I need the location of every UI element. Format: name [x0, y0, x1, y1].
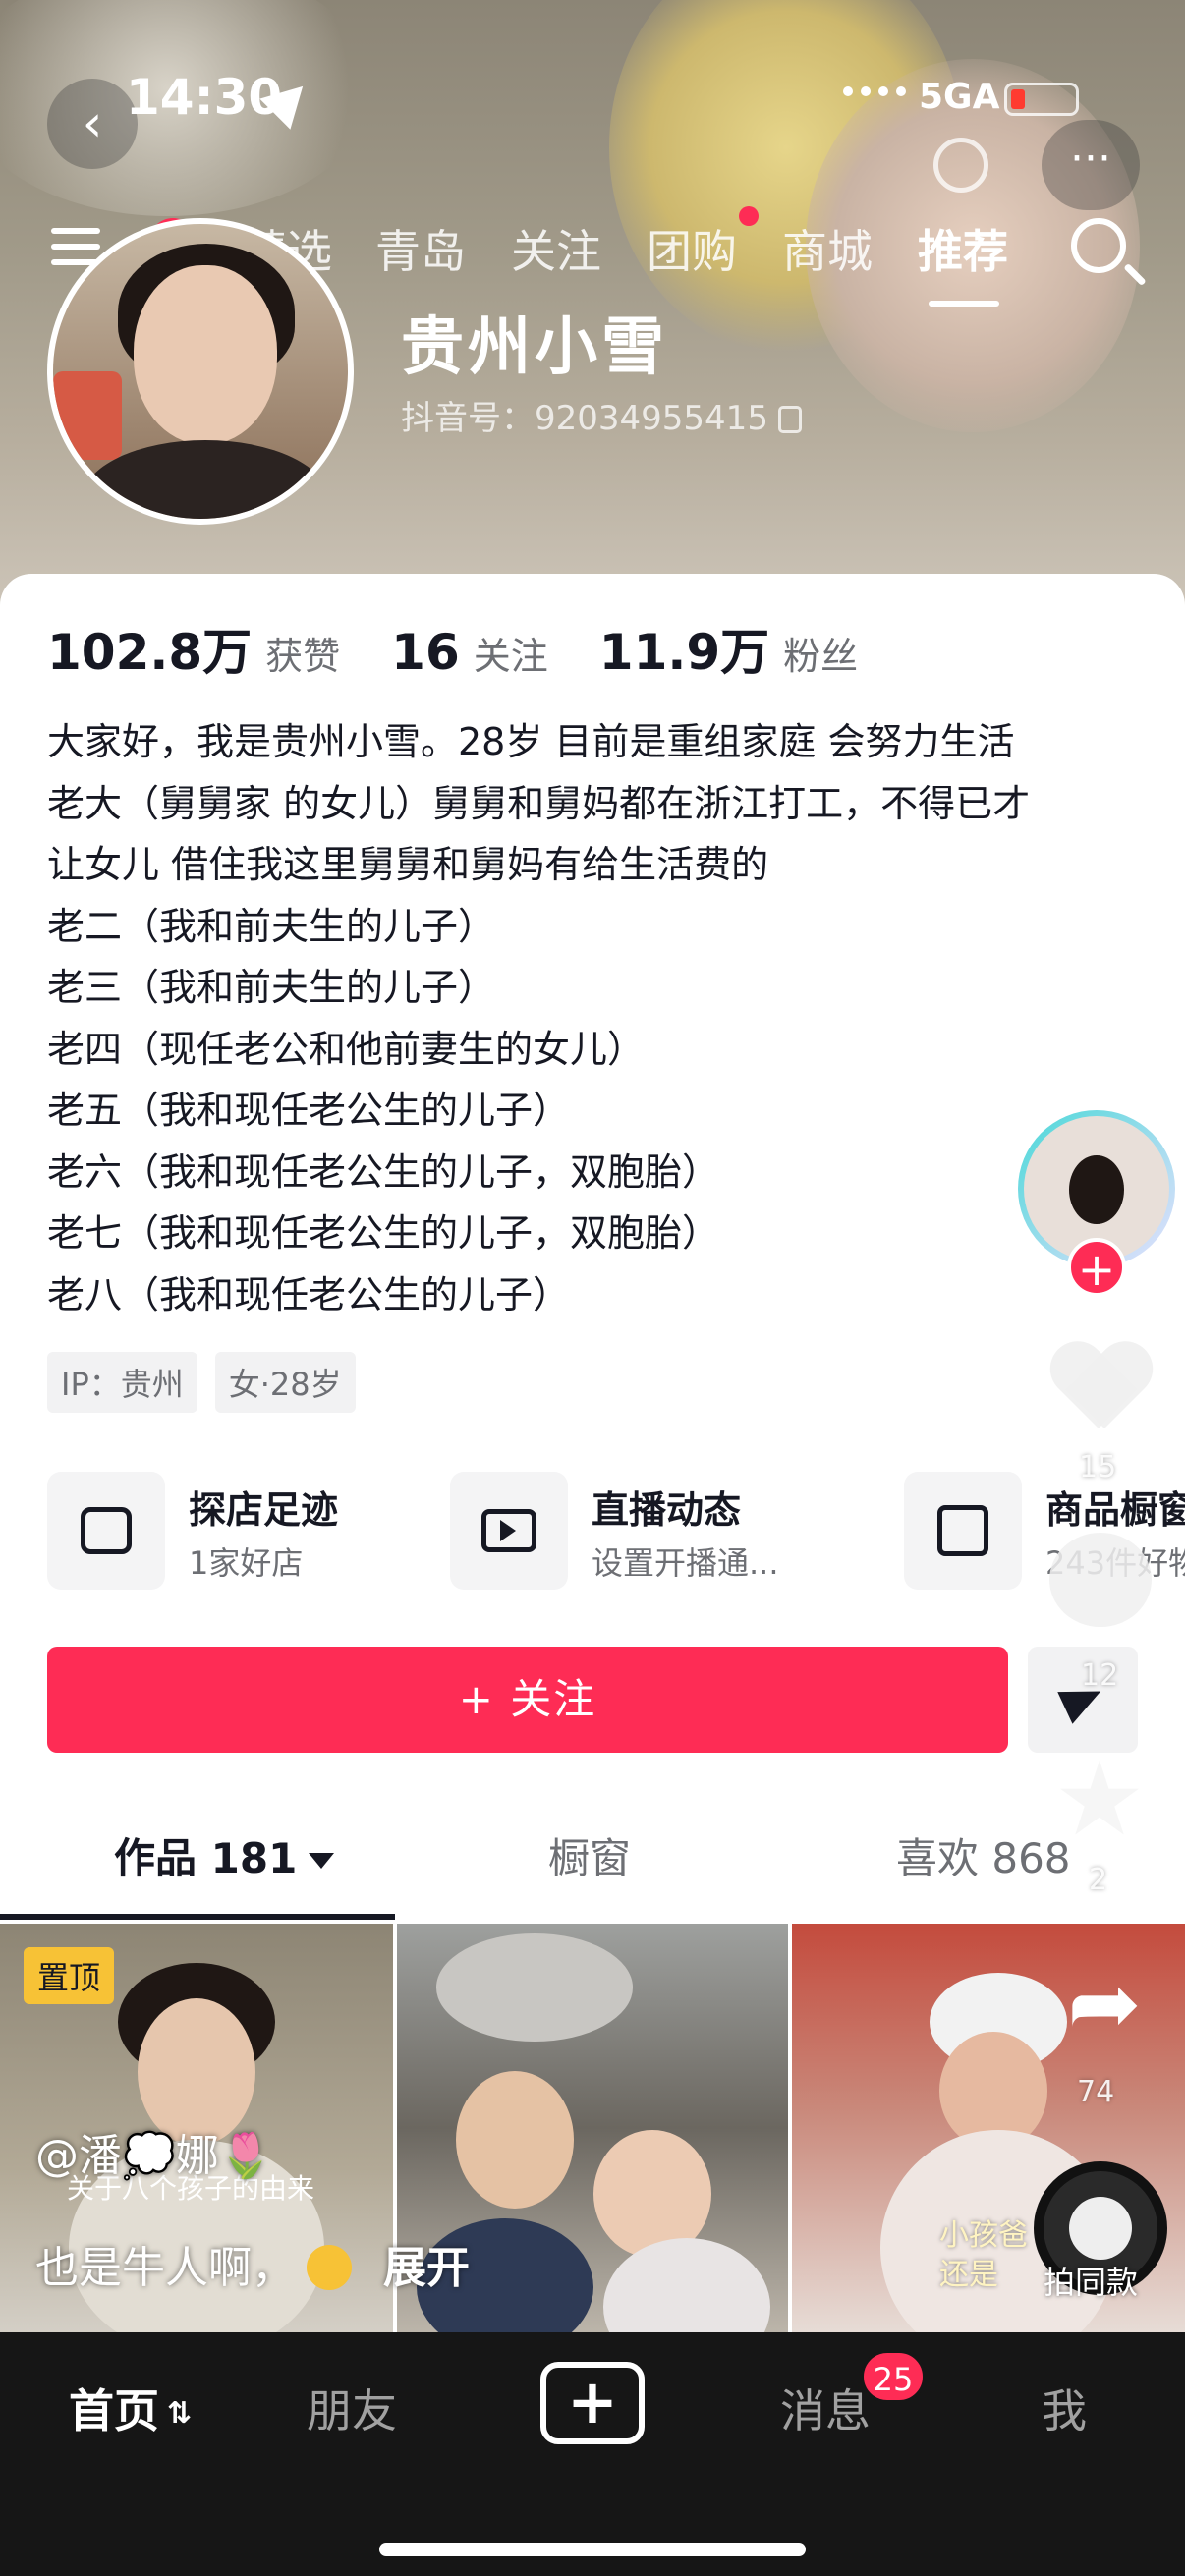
pinned-badge: 置顶 — [24, 1947, 115, 2004]
heart-icon[interactable] — [1049, 1344, 1152, 1434]
home-indicator — [379, 2543, 806, 2556]
nav-me[interactable]: 我 — [1042, 2376, 1087, 2440]
bio-line: 老大（舅舅家 的女儿）舅舅和舅妈都在浙江打工，不得已才 — [47, 781, 1031, 825]
nav-home[interactable]: 首页 ⇅ — [69, 2376, 192, 2440]
follow-button[interactable]: + 关注 — [47, 1647, 1008, 1753]
nav-friends[interactable]: 朋友 — [307, 2376, 397, 2440]
bio-line: 老六（我和现任老公生的儿子，双胞胎） — [47, 1149, 720, 1194]
feature-entries: 探店足迹 1家好店 直播动态 设置开播通... 商品橱窗 243件好物 — [47, 1472, 1185, 1590]
copy-icon[interactable] — [777, 406, 802, 433]
likes-label: 获赞 — [265, 635, 341, 678]
profile-stats: 102.8万 获赞 16 关注 11.9万 粉丝 — [47, 613, 909, 684]
follow-plus-button[interactable]: + — [1067, 1238, 1126, 1297]
active-tab-indicator — [929, 301, 999, 307]
swap-icon: ⇅ — [167, 2396, 193, 2431]
share-count: 74 — [1077, 2075, 1115, 2109]
video-caption: 小孩爸 还是 — [939, 2216, 1028, 2295]
bio-line: 老八（我和现任老公生的儿子） — [47, 1272, 571, 1316]
laughing-emoji-icon — [307, 2245, 352, 2290]
bio-line: 老五（我和现任老公生的儿子） — [47, 1089, 571, 1132]
followers-count[interactable]: 11.9万 — [599, 613, 769, 684]
douyin-id[interactable]: 抖音号：92034955415 — [401, 391, 802, 439]
feature-shop-visits[interactable]: 探店足迹 1家好店 — [47, 1472, 401, 1590]
chevron-down-icon — [309, 1853, 335, 1869]
ip-location-tag: IP：贵州 — [47, 1352, 198, 1413]
nav-messages[interactable]: 消息 — [780, 2376, 871, 2440]
bottom-navigation: 首页 ⇅ 朋友 + 消息 25 我 — [0, 2332, 1185, 2576]
profile-avatar[interactable] — [47, 218, 354, 525]
profile-name: 贵州小雪 — [401, 311, 668, 384]
make-same-button[interactable]: 拍同款 — [1044, 2258, 1138, 2303]
bio-line: 老四（现任老公和他前妻生的女儿） — [47, 1027, 646, 1071]
search-icon[interactable] — [1071, 218, 1126, 273]
overlay-comment-text: 也是牛人啊， — [35, 2243, 295, 2293]
create-button[interactable]: + — [540, 2362, 645, 2444]
tab-notification-dot — [739, 206, 759, 226]
bio-line: 老三（我和前夫生的儿子） — [47, 966, 496, 1009]
signal-icon — [843, 86, 906, 96]
content-tabs: 作品 181 橱窗 喜欢 868 — [0, 1812, 1185, 1906]
expand-link[interactable]: 展开 — [383, 2243, 470, 2293]
following-label[interactable]: 关注 — [474, 626, 548, 680]
tab-following[interactable]: 关注 — [511, 216, 601, 281]
followers-label[interactable]: 粉丝 — [783, 626, 858, 680]
shop-icon — [81, 1507, 132, 1554]
tab-group-buy[interactable]: 团购 — [647, 216, 737, 281]
feature-live-updates[interactable]: 直播动态 设置开播通... — [450, 1472, 843, 1590]
tab-recommend[interactable]: 推荐 — [918, 216, 1008, 281]
bio-line: 老二（我和前夫生的儿子） — [47, 904, 496, 948]
likes-count: 102.8万 — [47, 624, 253, 681]
overlay-username[interactable]: @潘💭娜🌷 — [35, 2120, 273, 2183]
more-options-button[interactable]: ··· — [1042, 120, 1140, 210]
tab-works-label: 作品 181 — [114, 1834, 298, 1882]
nav-home-label: 首页 — [69, 2384, 159, 2437]
share-icon[interactable]: ➦ — [1055, 1960, 1154, 2048]
following-count[interactable]: 16 — [391, 624, 460, 681]
feature-subtitle: 1家好店 — [189, 1544, 304, 1582]
like-count: 15 — [1079, 1450, 1117, 1484]
gender-age-tag: 女·28岁 — [214, 1352, 356, 1413]
messages-badge: 25 — [861, 2350, 926, 2403]
bag-icon — [937, 1505, 988, 1556]
feature-title: 直播动态 — [592, 1488, 742, 1532]
feature-title: 探店足迹 — [189, 1488, 339, 1532]
back-button[interactable]: ‹ — [47, 79, 138, 169]
profile-bio: 大家好，我是贵州小雪。28岁 目前是重组家庭 会努力生活 老大（舅舅家 的女儿）… — [47, 711, 1148, 1325]
comment-icon[interactable] — [1049, 1533, 1152, 1627]
star-icon[interactable]: ★ — [1045, 1745, 1154, 1853]
bio-line: 让女儿 借住我这里舅舅和舅妈有给生活费的 — [47, 843, 769, 886]
tab-likes[interactable]: 喜欢 868 — [896, 1825, 1071, 1885]
battery-icon — [1004, 83, 1079, 116]
feature-subtitle: 设置开播通... — [592, 1544, 779, 1582]
active-content-tab-indicator — [0, 1914, 395, 1920]
tab-showcase[interactable]: 橱窗 — [548, 1825, 631, 1885]
status-bar: ‹ 14:30 5GA ··· — [0, 39, 1185, 210]
profile-tags: IP：贵州 女·28岁 — [47, 1352, 356, 1413]
douyin-id-text: 抖音号：92034955415 — [401, 399, 768, 438]
video-caption-line: 还是 — [939, 2258, 998, 2292]
bio-line: 大家好，我是贵州小雪。28岁 目前是重组家庭 会努力生活 — [47, 720, 1015, 763]
bio-line: 老七（我和现任老公生的儿子，双胞胎） — [47, 1211, 720, 1255]
overlay-comment: 也是牛人啊， 展开 — [35, 2232, 470, 2295]
favorite-count: 2 — [1089, 1863, 1108, 1897]
tab-mall[interactable]: 商城 — [782, 216, 873, 281]
status-time: 14:30 — [126, 69, 283, 126]
tv-icon — [481, 1509, 536, 1552]
profile-search-icon[interactable] — [933, 138, 988, 193]
network-type: 5GA — [919, 77, 1000, 117]
tab-works[interactable]: 作品 181 — [114, 1825, 335, 1885]
comment-count: 12 — [1081, 1658, 1119, 1693]
video-caption-line: 小孩爸 — [939, 2218, 1028, 2253]
feature-title: 商品橱窗 — [1045, 1488, 1185, 1532]
tab-qingdao[interactable]: 青岛 — [375, 216, 466, 281]
